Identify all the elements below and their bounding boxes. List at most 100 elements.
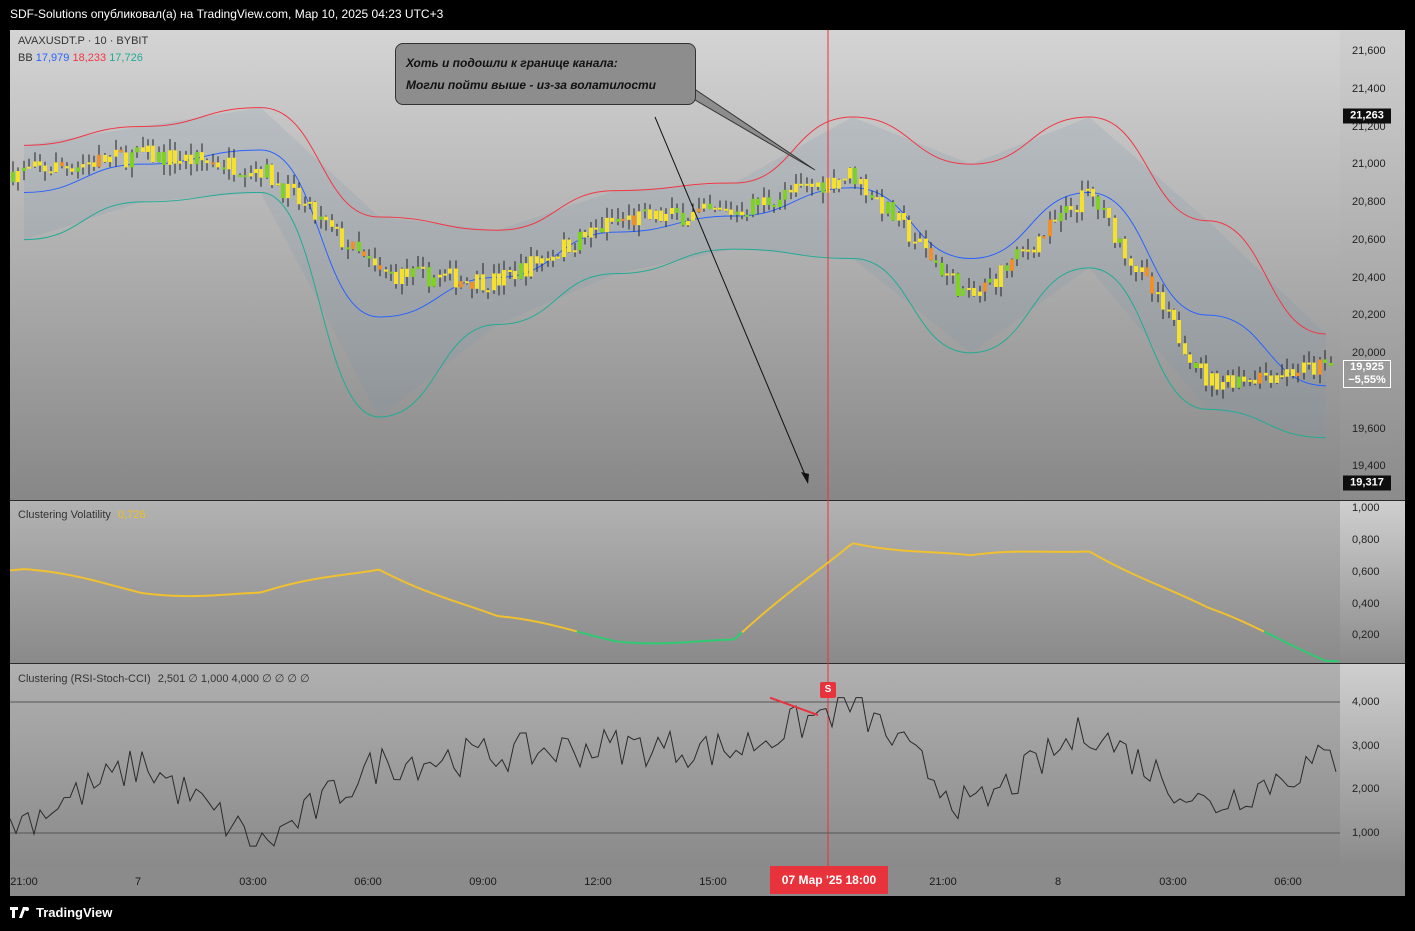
clustering-legend[interactable]: Clustering (RSI-Stoch-CCI) 2,501 ∅ 1,000… <box>18 672 310 685</box>
volatility-line-segment <box>129 589 134 592</box>
volatility-line-segment <box>384 571 389 576</box>
divergence-line <box>769 696 819 717</box>
candle-body <box>929 248 933 261</box>
volatility-line-segment <box>525 618 530 622</box>
candle-body <box>891 202 895 221</box>
volatility-line-segment <box>531 619 536 623</box>
time-tick: 03:00 <box>239 876 267 888</box>
candle-body <box>416 266 420 269</box>
volatility-line-segment <box>438 594 443 598</box>
time-tick: 12:00 <box>584 876 612 888</box>
candle-body <box>691 212 695 221</box>
volatility-line-segment <box>108 583 113 587</box>
volatility-value: 0,726 <box>118 509 146 521</box>
volatility-line-segment <box>1194 600 1199 604</box>
volatility-line-segment <box>456 601 461 605</box>
tradingview-logo[interactable]: TradingView <box>10 905 112 920</box>
volatility-line-segment <box>600 636 605 640</box>
candle-body <box>97 154 101 167</box>
candle-body <box>1318 359 1322 375</box>
candle-body <box>1264 372 1268 376</box>
volatility-line-segment <box>597 636 602 639</box>
volatility-line-segment <box>1311 653 1316 658</box>
volatility-line-segment <box>402 580 407 584</box>
candle-body <box>124 152 128 168</box>
volatility-line-segment <box>1110 562 1115 566</box>
candle-body <box>967 288 971 291</box>
candle-body <box>1156 292 1160 295</box>
candle-body <box>70 168 74 172</box>
volatility-legend[interactable]: Clustering Volatility 0,726 <box>18 509 146 521</box>
volatility-line-segment <box>483 610 488 614</box>
candle-body <box>238 174 242 177</box>
candle-body <box>281 183 285 199</box>
volatility-line-segment <box>99 581 104 584</box>
candle-body <box>400 268 404 284</box>
bb-legend[interactable]: BB 17,979 18,233 17,726 <box>18 52 143 64</box>
volatility-line-segment <box>102 581 107 585</box>
candle-body <box>918 238 922 243</box>
volatility-line-segment <box>1227 614 1232 618</box>
volatility-line-segment <box>774 600 779 605</box>
volatility-line-segment <box>837 551 842 556</box>
price-tick: 20,000 <box>1352 347 1386 359</box>
volatility-line-segment <box>1290 644 1295 648</box>
volatility-line-segment <box>801 579 806 584</box>
volatility-line-segment <box>1140 576 1145 580</box>
candle-body <box>43 165 47 172</box>
volatility-line-segment <box>309 578 314 581</box>
candle-body <box>65 166 69 169</box>
time-tick: 7 <box>134 876 142 888</box>
candle-body <box>627 215 631 220</box>
candle-body <box>1248 379 1252 382</box>
candle-body <box>141 147 145 152</box>
volatility-line-segment <box>126 588 131 591</box>
candle-body <box>92 162 96 167</box>
candle-body <box>1134 265 1138 273</box>
volatility-line-segment <box>1119 566 1124 571</box>
volatility-line-segment <box>1257 627 1262 632</box>
candle-body <box>162 152 166 165</box>
candle-body <box>713 207 717 210</box>
candle-body <box>972 288 976 296</box>
candle-body <box>227 157 231 170</box>
candle-body <box>654 210 658 220</box>
volatility-line-segment <box>564 627 569 631</box>
volatility-line-segment <box>552 624 557 628</box>
candle-body <box>1312 362 1316 375</box>
volatility-line-segment <box>1173 591 1178 595</box>
candle-body <box>735 211 739 215</box>
volatility-line-segment <box>66 573 71 577</box>
clustering-line <box>9 697 1337 847</box>
volatility-line-segment <box>399 578 404 583</box>
volatility-line-segment <box>567 628 572 631</box>
volatility-line-segment <box>777 598 782 603</box>
candle-body <box>486 290 490 293</box>
candle-body <box>583 231 587 238</box>
symbol-legend[interactable]: AVAXUSDT.P · 10 · BYBIT <box>18 35 148 47</box>
clustering-params: 2,501 ∅ 1,000 4,000 ∅ ∅ ∅ ∅ <box>157 673 310 685</box>
candle-body <box>367 255 371 259</box>
candle-body <box>524 263 528 277</box>
candle-body <box>168 150 172 165</box>
candle-body <box>1096 196 1100 210</box>
candle-body <box>859 179 863 185</box>
volatility-line-segment <box>1170 589 1175 593</box>
annotation-callout[interactable]: Хоть и подошли к границе канала: Могли п… <box>395 43 696 105</box>
volatility-line-segment <box>1107 560 1112 565</box>
volatility-line-segment <box>840 549 845 554</box>
candle-body <box>265 164 269 178</box>
candle-body <box>135 147 139 153</box>
candle-body <box>1172 309 1176 320</box>
volatility-line-segment <box>81 576 86 580</box>
candle-body <box>108 156 112 163</box>
volatility-line-segment <box>1299 648 1304 652</box>
candle-body <box>1032 249 1036 253</box>
volatility-line-segment <box>1179 593 1184 597</box>
sell-signal-badge[interactable]: S <box>820 682 836 698</box>
volatility-line-segment <box>579 631 584 635</box>
volatility-line-segment <box>1230 615 1235 619</box>
candle-body <box>492 273 496 291</box>
candle-body <box>1123 238 1127 259</box>
volatility-line-segment <box>477 608 482 612</box>
